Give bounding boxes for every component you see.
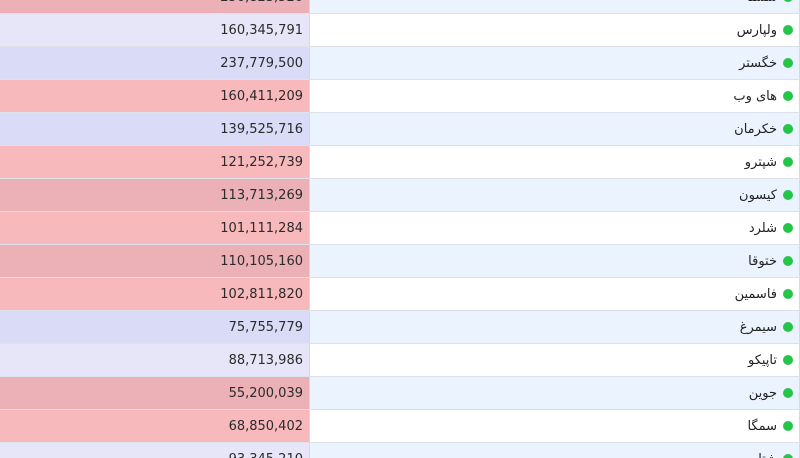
- volume-cell: 102,811,820: [0, 278, 310, 310]
- symbol-cell[interactable]: کیسون: [310, 179, 800, 211]
- status-dot-icon: [783, 58, 793, 68]
- table-row[interactable]: 55,200,039 جوین: [0, 377, 800, 410]
- status-dot-icon: [783, 190, 793, 200]
- symbol-name[interactable]: تاپیکو: [748, 353, 777, 368]
- status-dot-icon: [783, 25, 793, 35]
- symbol-name[interactable]: فاسمین: [735, 287, 777, 302]
- volume-cell: 55,200,039: [0, 377, 310, 409]
- table-row[interactable]: 101,111,284 شلرد: [0, 212, 800, 245]
- status-dot-icon: [783, 157, 793, 167]
- symbol-name[interactable]: شتاب: [746, 452, 777, 458]
- status-dot-icon: [783, 289, 793, 299]
- volume-cell: 110,105,160: [0, 245, 310, 277]
- status-dot-icon: [783, 388, 793, 398]
- symbol-cell[interactable]: خگستر: [310, 47, 800, 79]
- symbol-cell[interactable]: فاسمین: [310, 278, 800, 310]
- table-row[interactable]: 102,811,820 فاسمین: [0, 278, 800, 311]
- status-dot-icon: [783, 0, 793, 2]
- volume-cell: 113,713,269: [0, 179, 310, 211]
- table-row[interactable]: 250,823,520 شستا: [0, 0, 800, 14]
- symbol-cell[interactable]: شلرد: [310, 212, 800, 244]
- volume-cell: 160,411,209: [0, 80, 310, 112]
- table-row[interactable]: 237,779,500 خگستر: [0, 47, 800, 80]
- volume-cell: 121,252,739: [0, 146, 310, 178]
- symbol-cell[interactable]: جوین: [310, 377, 800, 409]
- symbol-name[interactable]: ختوقا: [748, 254, 777, 269]
- symbol-name[interactable]: های وب: [733, 89, 777, 104]
- stock-volume-table: 250,823,520 شستا 160,345,791 ولپارس 237,779,…: [0, 0, 800, 458]
- symbol-name[interactable]: ولپارس: [737, 23, 777, 38]
- volume-cell: 75,755,779: [0, 311, 310, 343]
- volume-cell: 160,345,791: [0, 14, 310, 46]
- table-body: 250,823,520 شستا 160,345,791 ولپارس 237,779,…: [0, 0, 800, 458]
- table-row[interactable]: 160,345,791 ولپارس: [0, 14, 800, 47]
- status-dot-icon: [783, 256, 793, 266]
- volume-cell: 93,345,210: [0, 443, 310, 458]
- symbol-cell[interactable]: ولپارس: [310, 14, 800, 46]
- symbol-cell[interactable]: شپترو: [310, 146, 800, 178]
- symbol-name[interactable]: کیسون: [739, 188, 777, 203]
- volume-cell: 101,111,284: [0, 212, 310, 244]
- symbol-name[interactable]: خکرمان: [734, 122, 777, 137]
- table-row[interactable]: 93,345,210 شتاب: [0, 443, 800, 458]
- status-dot-icon: [783, 124, 793, 134]
- symbol-cell[interactable]: خکرمان: [310, 113, 800, 145]
- symbol-name[interactable]: خگستر: [739, 56, 777, 71]
- status-dot-icon: [783, 454, 793, 458]
- symbol-cell[interactable]: سمگا: [310, 410, 800, 442]
- table-row[interactable]: 68,850,402 سمگا: [0, 410, 800, 443]
- symbol-name[interactable]: شستا: [747, 0, 777, 5]
- symbol-cell[interactable]: سیمرغ: [310, 311, 800, 343]
- symbol-name[interactable]: سیمرغ: [740, 320, 777, 335]
- status-dot-icon: [783, 421, 793, 431]
- table-row[interactable]: 110,105,160 ختوقا: [0, 245, 800, 278]
- symbol-cell[interactable]: های وب: [310, 80, 800, 112]
- status-dot-icon: [783, 91, 793, 101]
- symbol-cell[interactable]: ختوقا: [310, 245, 800, 277]
- volume-cell: 139,525,716: [0, 113, 310, 145]
- symbol-name[interactable]: شپترو: [745, 155, 777, 170]
- table-row[interactable]: 121,252,739 شپترو: [0, 146, 800, 179]
- symbol-cell[interactable]: شتاب: [310, 443, 800, 458]
- status-dot-icon: [783, 322, 793, 332]
- table-row[interactable]: 75,755,779 سیمرغ: [0, 311, 800, 344]
- symbol-name[interactable]: سمگا: [747, 419, 777, 434]
- volume-cell: 250,823,520: [0, 0, 310, 13]
- symbol-cell[interactable]: شستا: [310, 0, 800, 13]
- table-row[interactable]: 113,713,269 کیسون: [0, 179, 800, 212]
- table-row[interactable]: 88,713,986 تاپیکو: [0, 344, 800, 377]
- volume-cell: 68,850,402: [0, 410, 310, 442]
- table-row[interactable]: 160,411,209 های وب: [0, 80, 800, 113]
- status-dot-icon: [783, 355, 793, 365]
- symbol-cell[interactable]: تاپیکو: [310, 344, 800, 376]
- table-row[interactable]: 139,525,716 خکرمان: [0, 113, 800, 146]
- symbol-name[interactable]: شلرد: [749, 221, 777, 236]
- symbol-name[interactable]: جوین: [749, 386, 777, 401]
- volume-cell: 237,779,500: [0, 47, 310, 79]
- volume-cell: 88,713,986: [0, 344, 310, 376]
- status-dot-icon: [783, 223, 793, 233]
